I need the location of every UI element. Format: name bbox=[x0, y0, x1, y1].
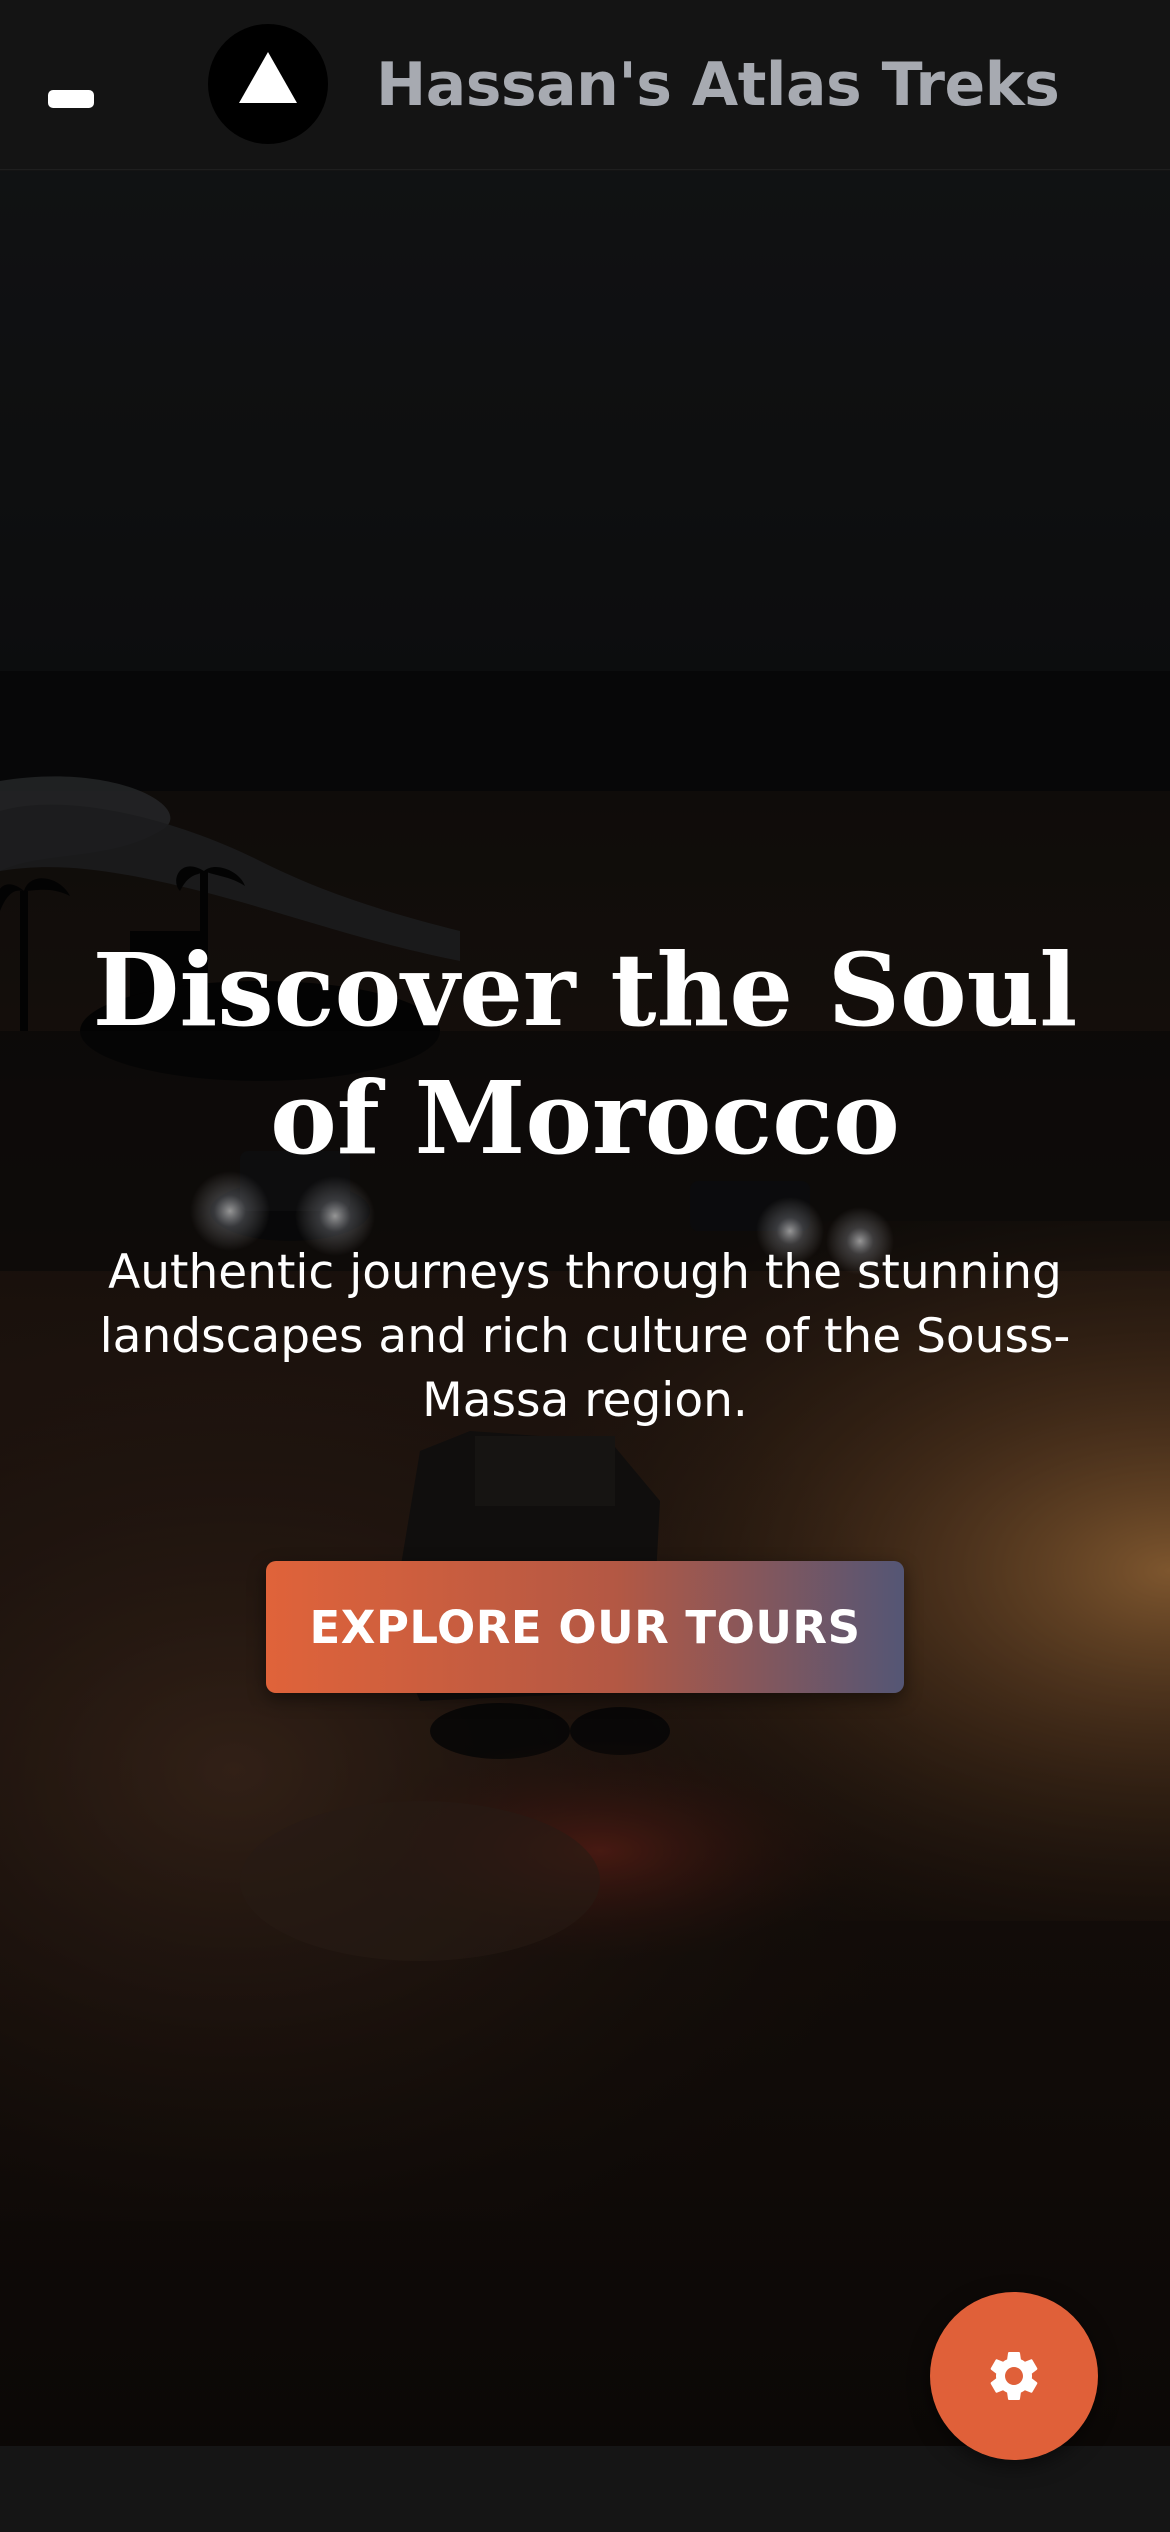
hero-subtitle: Authentic journeys through the stunning … bbox=[99, 1245, 1071, 1428]
explore-tours-button[interactable]: EXPLORE OUR TOURS bbox=[266, 1561, 904, 1693]
menu-button[interactable] bbox=[34, 78, 110, 124]
site-logo[interactable] bbox=[208, 24, 328, 144]
top-header: Hassan's Atlas Treks bbox=[0, 0, 1170, 170]
bottom-strip bbox=[0, 2446, 1170, 2532]
gear-icon bbox=[990, 2352, 1038, 2400]
mountain-triangle-icon bbox=[239, 52, 297, 103]
settings-fab-button[interactable] bbox=[930, 2292, 1098, 2460]
app-root: Hassan's Atlas Treks Discover the Soul o… bbox=[0, 0, 1170, 2532]
menu-icon bbox=[48, 90, 94, 108]
hero-section: Discover the Soul of Morocco Authentic j… bbox=[0, 171, 1170, 2446]
brand-title[interactable]: Hassan's Atlas Treks bbox=[376, 40, 1060, 130]
hero-title: Discover the Soul of Morocco bbox=[92, 931, 1078, 1177]
